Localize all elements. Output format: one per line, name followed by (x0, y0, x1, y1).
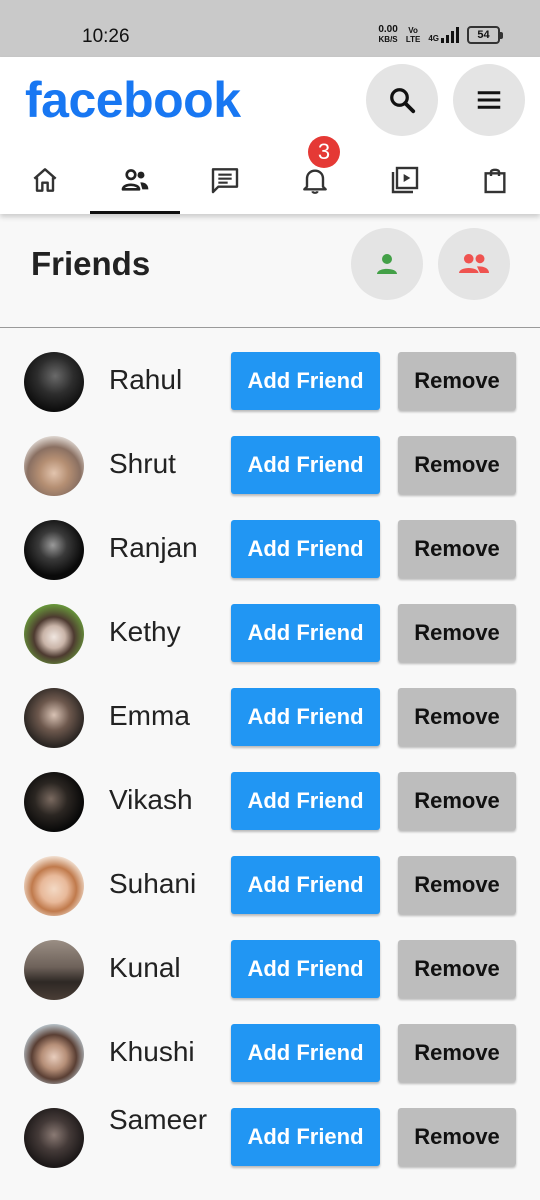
signal-icon: 4G (428, 27, 459, 43)
add-friend-button[interactable]: Add Friend (231, 436, 380, 494)
avatar[interactable] (24, 772, 84, 832)
tab-messages[interactable] (180, 145, 270, 214)
bell-icon (303, 168, 327, 194)
remove-button[interactable]: Remove (398, 520, 516, 578)
friend-name[interactable]: Suhani (109, 867, 221, 901)
tab-home[interactable] (0, 145, 90, 214)
search-button[interactable] (366, 64, 438, 136)
friend-name[interactable]: Emma (109, 699, 221, 733)
tab-marketplace[interactable] (450, 145, 540, 214)
person-icon (377, 254, 397, 274)
search-icon (390, 88, 416, 114)
list-item: Suhani Add Friend Remove (0, 844, 540, 928)
remove-button[interactable]: Remove (398, 352, 516, 410)
friends-icon (121, 168, 149, 191)
list-item: Khushi Add Friend Remove (0, 1012, 540, 1096)
add-friend-button[interactable]: Add Friend (231, 772, 380, 830)
remove-button[interactable]: Remove (398, 688, 516, 746)
add-friend-button[interactable]: Add Friend (231, 688, 380, 746)
nav-tabs: 3 (0, 136, 540, 214)
battery-icon: 54 (467, 26, 503, 44)
add-friend-button[interactable]: Add Friend (231, 940, 380, 998)
tab-watch[interactable] (360, 145, 450, 214)
friend-list: Rahul Add Friend Remove Shrut Add Friend… (0, 340, 540, 1180)
avatar[interactable] (24, 604, 84, 664)
add-friend-button[interactable]: Add Friend (231, 604, 380, 662)
section-divider (0, 327, 540, 328)
status-bar: 10:26 0.00 KB/S Vo LTE 4G 54 (0, 0, 540, 57)
facebook-logo: facebook (25, 72, 241, 128)
list-item: Shrut Add Friend Remove (0, 424, 540, 508)
friend-name[interactable]: Kethy (109, 615, 221, 649)
friend-name[interactable]: Shrut (109, 447, 221, 481)
avatar[interactable] (24, 436, 84, 496)
remove-button[interactable]: Remove (398, 1108, 516, 1166)
people-icon (459, 253, 489, 273)
friend-name[interactable]: Sameer (109, 1103, 221, 1137)
list-item: Kethy Add Friend Remove (0, 592, 540, 676)
avatar[interactable] (24, 520, 84, 580)
friend-name[interactable]: Ranjan (109, 531, 221, 565)
message-icon (211, 167, 239, 193)
avatar[interactable] (24, 940, 84, 1000)
remove-button[interactable]: Remove (398, 856, 516, 914)
list-item: Ranjan Add Friend Remove (0, 508, 540, 592)
active-tab-indicator (90, 211, 180, 214)
avatar[interactable] (24, 352, 84, 412)
add-friend-button[interactable]: Add Friend (231, 1108, 380, 1166)
list-item: Emma Add Friend Remove (0, 676, 540, 760)
home-icon (33, 167, 57, 192)
status-indicators: 0.00 KB/S Vo LTE 4G 54 (378, 24, 503, 45)
menu-icon (477, 91, 501, 109)
add-friend-button[interactable]: Add Friend (231, 520, 380, 578)
remove-button[interactable]: Remove (398, 436, 516, 494)
avatar[interactable] (24, 1024, 84, 1084)
remove-button[interactable]: Remove (398, 1024, 516, 1082)
remove-button[interactable]: Remove (398, 604, 516, 662)
all-friends-button[interactable] (438, 228, 510, 300)
avatar[interactable] (24, 1108, 84, 1168)
list-item: Kunal Add Friend Remove (0, 928, 540, 1012)
list-item: Rahul Add Friend Remove (0, 340, 540, 424)
volte-indicator: Vo LTE (405, 26, 421, 44)
menu-button[interactable] (453, 64, 525, 136)
net-speed: 0.00 KB/S (378, 24, 398, 45)
tab-friends[interactable] (90, 145, 180, 214)
status-time: 10:26 (82, 26, 130, 47)
add-friend-button[interactable]: Add Friend (231, 352, 380, 410)
list-item: Vikash Add Friend Remove (0, 760, 540, 844)
remove-button[interactable]: Remove (398, 772, 516, 830)
app-header: facebook 3 (0, 57, 540, 214)
notification-badge: 3 (308, 136, 340, 168)
shopping-bag-icon (484, 168, 506, 193)
friend-name[interactable]: Vikash (109, 783, 221, 817)
video-icon (391, 166, 419, 193)
list-item: Sameer Add Friend Remove (0, 1096, 540, 1180)
suggestions-button[interactable] (351, 228, 423, 300)
avatar[interactable] (24, 688, 84, 748)
avatar[interactable] (24, 856, 84, 916)
friend-name[interactable]: Kunal (109, 951, 221, 985)
add-friend-button[interactable]: Add Friend (231, 1024, 380, 1082)
page-title: Friends (31, 245, 151, 282)
add-friend-button[interactable]: Add Friend (231, 856, 380, 914)
friend-name[interactable]: Khushi (109, 1035, 221, 1069)
friend-name[interactable]: Rahul (109, 363, 221, 397)
remove-button[interactable]: Remove (398, 940, 516, 998)
